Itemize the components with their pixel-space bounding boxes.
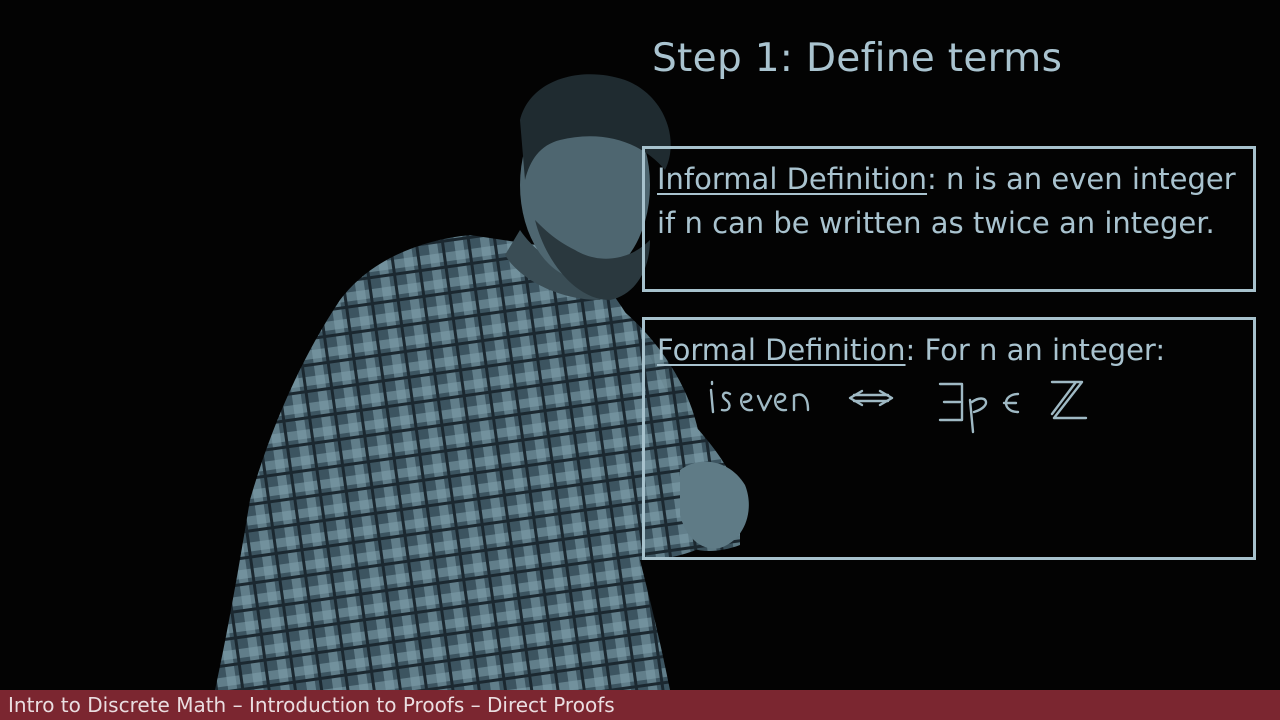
- step-title: Step 1: Define terms: [652, 36, 1063, 81]
- informal-definition-separator: :: [927, 162, 937, 196]
- informal-definition-box: Informal Definition: n is an even intege…: [642, 146, 1256, 292]
- informal-definition-heading: Informal Definition: [657, 162, 928, 196]
- footer-course-title: Intro to Discrete Math – Introduction to…: [8, 693, 615, 717]
- footer-bar: Intro to Discrete Math – Introduction to…: [0, 690, 1280, 720]
- handwritten-annotation: [709, 380, 1088, 434]
